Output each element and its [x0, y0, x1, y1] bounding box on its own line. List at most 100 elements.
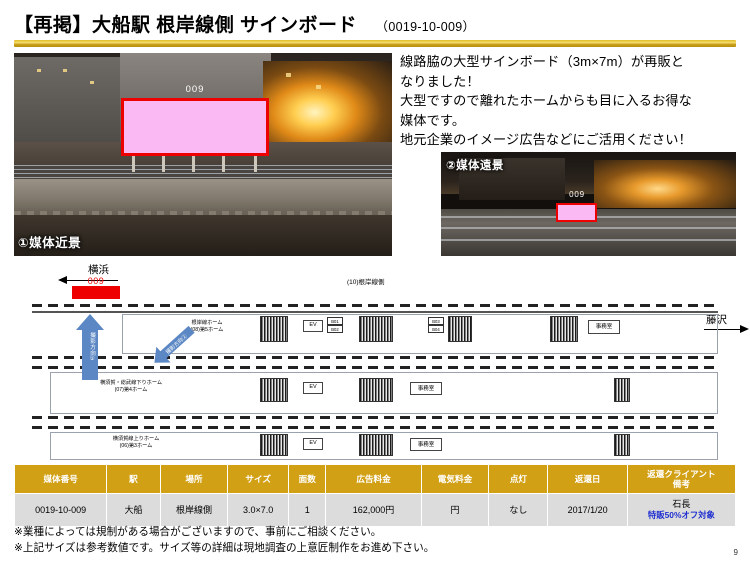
description-line-4: 媒体です。	[400, 112, 466, 128]
photo2-rail	[441, 226, 736, 229]
diagram-track-line-4	[32, 416, 718, 419]
td-electric-fee: 円	[420, 493, 490, 527]
photo1-board-id: 009	[185, 84, 205, 95]
td-lighting: なし	[488, 493, 549, 527]
diagram-track-line-1	[32, 304, 718, 307]
photo2-board-id: 009	[569, 190, 585, 199]
diagram-board-code-b02: B02	[327, 325, 343, 333]
photo1-window	[36, 69, 41, 73]
station-layout-diagram: 横浜 009 (10)根岸線側 藤沢 根岸線ホーム (08)第5ホーム EV B…	[14, 262, 749, 460]
th-return-client-line2: 備考	[672, 479, 690, 489]
th-station: 駅	[106, 464, 161, 494]
description-block: 線路脇の大型サインボード（3m×7m）が再販と なりました！ 大型ですので離れた…	[400, 52, 748, 150]
th-place: 場所	[159, 464, 229, 494]
diagram-platform-line-1	[32, 311, 718, 313]
th-electric-fee: 電気料金	[420, 464, 490, 494]
diagram-ev-icon: EV	[303, 382, 323, 394]
photo1-window	[316, 85, 322, 90]
th-faces: 面数	[287, 464, 327, 494]
photo1-caption: ①媒体近景	[18, 236, 82, 250]
photo1-window	[89, 81, 94, 85]
client-name: 石長	[672, 499, 691, 509]
photo2-billboard-highlight	[556, 203, 597, 222]
diagram-office-box-2: 事務室	[410, 382, 442, 395]
photo1-window	[286, 73, 292, 78]
th-return-client-line1: 返還クライアント	[647, 469, 716, 479]
photo1-building-left	[14, 57, 128, 151]
shoot-direction-arrow-2-icon: 撮影方向②	[154, 325, 195, 363]
diagram-track-line-5	[32, 426, 718, 429]
td-faces: 1	[287, 493, 327, 527]
th-size: サイズ	[227, 464, 289, 494]
photo1-billboard-posts	[128, 156, 262, 172]
diagram-stairs-icon	[550, 316, 578, 342]
diagram-board-code-b04: B04	[428, 325, 444, 333]
diagram-office-box-1: 事務室	[588, 320, 620, 334]
description-line-2: なりました！	[400, 73, 480, 89]
diagram-media-marker-id: 009	[87, 276, 105, 286]
shoot-direction-arrow-2-label: 撮影方向②	[164, 332, 190, 356]
td-place: 根岸線側	[159, 493, 229, 527]
th-media-no: 媒体番号	[13, 464, 108, 494]
footnote-2: ※上記サイズは参考数値です。サイズ等の詳細は現地調査の上意匠制作をお進め下さい。	[14, 542, 435, 554]
td-station: 大船	[106, 493, 161, 527]
diagram-stairs-icon	[359, 316, 393, 342]
diagram-stairs-icon	[260, 378, 288, 402]
shoot-direction-arrow-1-icon: 撮影方向①	[76, 314, 104, 380]
footnotes: ※業種によっては規制がある場合がございますので、事前にご相談ください。 ※上記サ…	[14, 524, 736, 556]
th-return-date: 返還日	[547, 464, 628, 494]
diagram-stairs-icon	[448, 316, 472, 342]
td-return-client: 石長 特販50%オフ対象	[626, 493, 737, 527]
th-return-client: 返還クライアント 備考	[626, 464, 737, 494]
footnote-1: ※業種によっては規制がある場合がございますので、事前にご相談ください。	[14, 526, 382, 538]
table-row: 0019-10-009 大船 根岸線側 3.0×7.0 1 162,000円 円…	[13, 493, 737, 527]
td-return-date: 2017/1/20	[547, 493, 628, 527]
media-code-label: （0019-10-009）	[375, 20, 476, 34]
platform-2-sub: (07)第4ホーム	[114, 387, 148, 393]
diagram-board-code-b01: B01	[327, 317, 343, 325]
media-detail-table: 媒体番号 駅 場所 サイズ 面数 広告料金 電気料金 点灯 返還日 返還クライア…	[13, 464, 737, 527]
description-line-1: 線路脇の大型サインボード（3m×7m）が再販と	[400, 54, 685, 69]
diagram-stairs-icon	[614, 378, 630, 402]
table-header-row: 媒体番号 駅 場所 サイズ 面数 広告料金 電気料金 点灯 返還日 返還クライア…	[13, 464, 737, 494]
slide-title-row: 【再掲】大船駅 根岸線側 サインボード （0019-10-009）	[14, 10, 736, 40]
diagram-ev-icon: EV	[303, 438, 323, 450]
diagram-stairs-icon	[359, 378, 393, 402]
photo1-light-glow	[263, 61, 392, 155]
direction-label-yokohama: 横浜	[88, 264, 109, 276]
platform-3-sub: (06)第3ホーム	[119, 443, 153, 449]
page-number: 9	[733, 548, 738, 557]
td-media-no: 0019-10-009	[13, 493, 108, 527]
diagram-platform-label-3: 横須賀線上りホーム (06)第3ホーム	[86, 436, 186, 450]
diagram-stairs-icon	[359, 434, 393, 456]
diagram-platform-label-2: 横須賀・総武線下りホーム (07)第4ホーム	[76, 380, 186, 394]
platform-2-name: 横須賀・総武線下りホーム	[99, 380, 163, 386]
diagram-track-line-2	[32, 356, 718, 359]
diagram-board-code-b03: B03	[428, 317, 444, 325]
td-size: 3.0×7.0	[227, 493, 289, 527]
diagram-track-line-3	[32, 366, 718, 369]
th-lighting: 点灯	[488, 464, 549, 494]
description-line-5: 地元企業のイメージ広告などにご活用ください！	[400, 132, 692, 148]
client-discount-note: 特販50%オフ対象	[647, 510, 715, 520]
diagram-stairs-icon	[614, 434, 630, 456]
slide-root: 【再掲】大船駅 根岸線側 サインボード （0019-10-009） 009 ①媒…	[0, 0, 750, 563]
shoot-direction-arrow-1-label: 撮影方向①	[89, 332, 95, 363]
platform-3-name: 横須賀線上りホーム	[112, 436, 160, 442]
diagram-stairs-icon	[260, 434, 288, 456]
photo1-billboard-highlight	[121, 98, 269, 156]
diagram-stairs-icon	[260, 316, 288, 342]
diagram-media-marker	[72, 286, 120, 299]
photo2-caption: ②媒体遠景	[446, 160, 504, 172]
diagram-office-box-3: 事務室	[410, 438, 442, 451]
td-ad-fee: 162,000円	[325, 493, 422, 527]
diagram-negishi-side-label: (10)根岸線側	[347, 279, 385, 286]
title-gold-bar	[14, 40, 736, 47]
diagram-ev-icon: EV	[303, 320, 323, 332]
th-ad-fee: 広告料金	[325, 464, 422, 494]
photo2-rail	[441, 239, 736, 242]
description-line-3: 大型ですので離れたホームからも目に入るお得な	[400, 93, 692, 109]
page-title: 【再掲】大船駅 根岸線側 サインボード	[14, 15, 358, 36]
photo2-light-glow	[594, 160, 736, 209]
photo1-window	[63, 69, 68, 73]
